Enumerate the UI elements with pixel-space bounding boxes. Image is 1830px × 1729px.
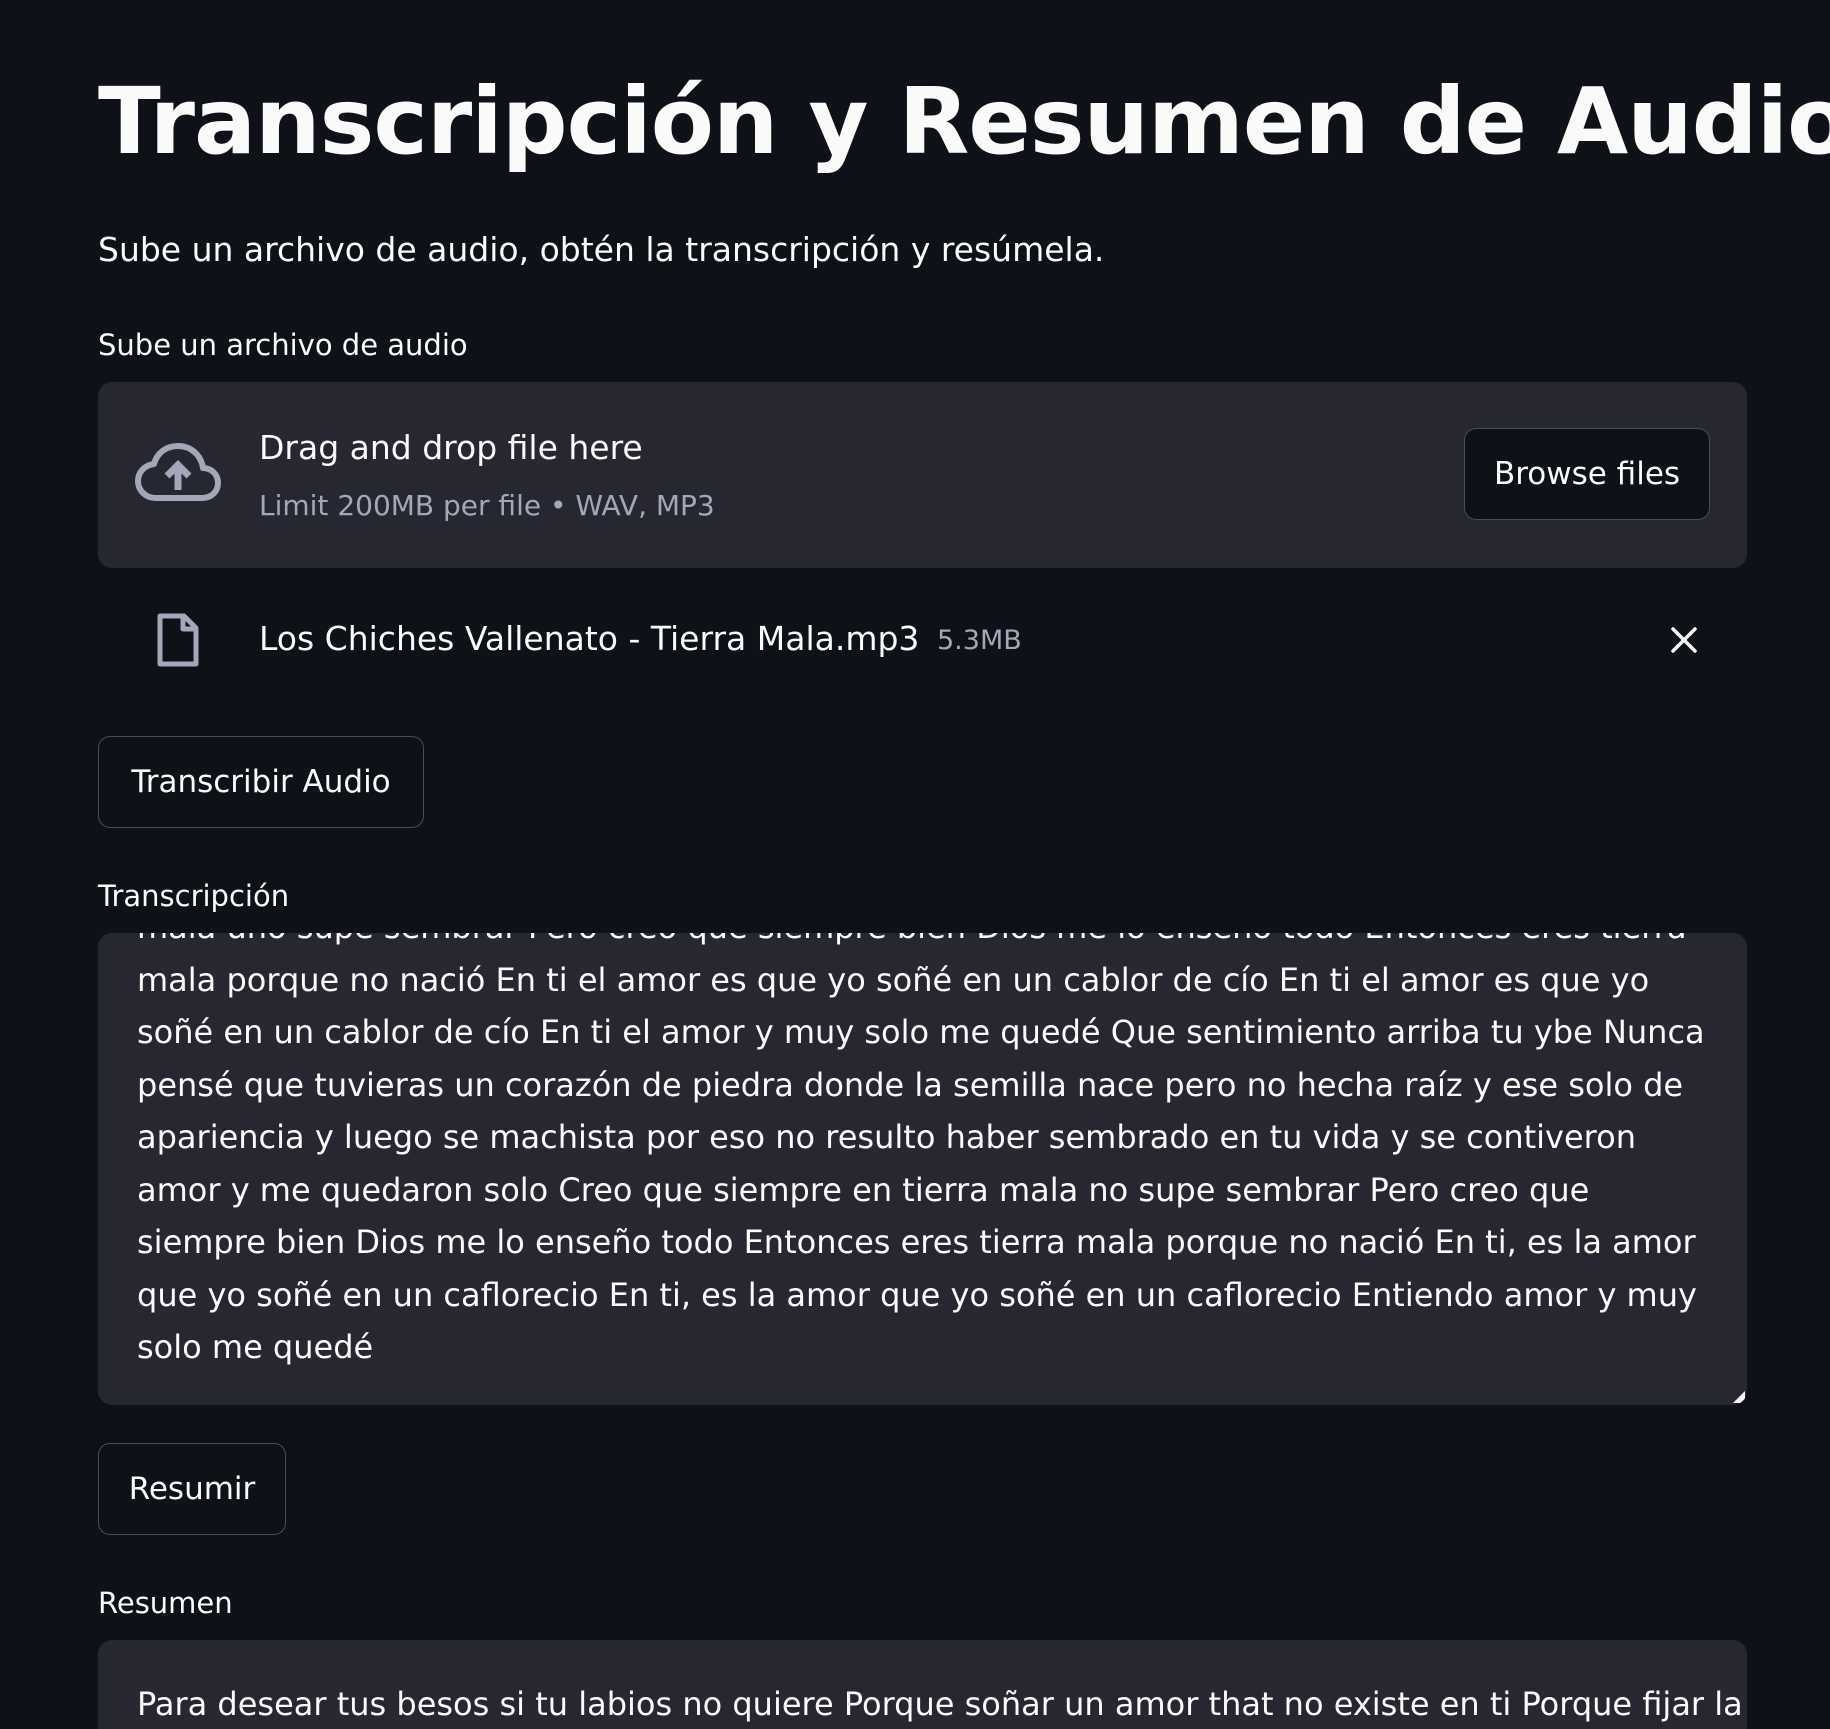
transcribe-audio-button[interactable]: Transcribir Audio [98,736,424,828]
cloud-upload-icon [135,443,221,501]
uploaded-file-row: Los Chiches Vallenato - Tierra Mala.mp3 … [98,594,1747,684]
transcription-text: mala uno supe sembrar Pero creo que siem… [137,933,1705,1366]
file-icon [157,613,199,667]
summarize-button[interactable]: Resumir [98,1443,286,1535]
summary-text: Para desear tus besos si tu labios no qu… [137,1685,1743,1723]
close-icon[interactable] [1666,622,1702,658]
uploaded-file-name: Los Chiches Vallenato - Tierra Mala.mp3 [259,619,920,658]
browse-files-button[interactable]: Browse files [1464,428,1710,520]
transcription-label: Transcripción [98,879,290,913]
dropzone-instructions: Drag and drop file here [259,428,643,467]
dropzone-limit-text: Limit 200MB per file • WAV, MP3 [259,489,715,522]
page-subtitle: Sube un archivo de audio, obtén la trans… [98,230,1105,269]
uploaded-file-size: 5.3MB [937,625,1022,656]
resize-handle-icon[interactable] [1733,1391,1745,1403]
transcription-textarea[interactable]: mala uno supe sembrar Pero creo que siem… [98,933,1747,1405]
page-title: Transcripción y Resumen de Audio [98,68,1830,175]
summary-textarea[interactable]: Para desear tus besos si tu labios no qu… [98,1640,1747,1729]
app: Transcripción y Resumen de Audio Sube un… [0,0,1830,1729]
uploader-label: Sube un archivo de audio [98,328,468,362]
summary-label: Resumen [98,1586,233,1620]
file-dropzone[interactable]: Drag and drop file here Limit 200MB per … [98,382,1747,568]
